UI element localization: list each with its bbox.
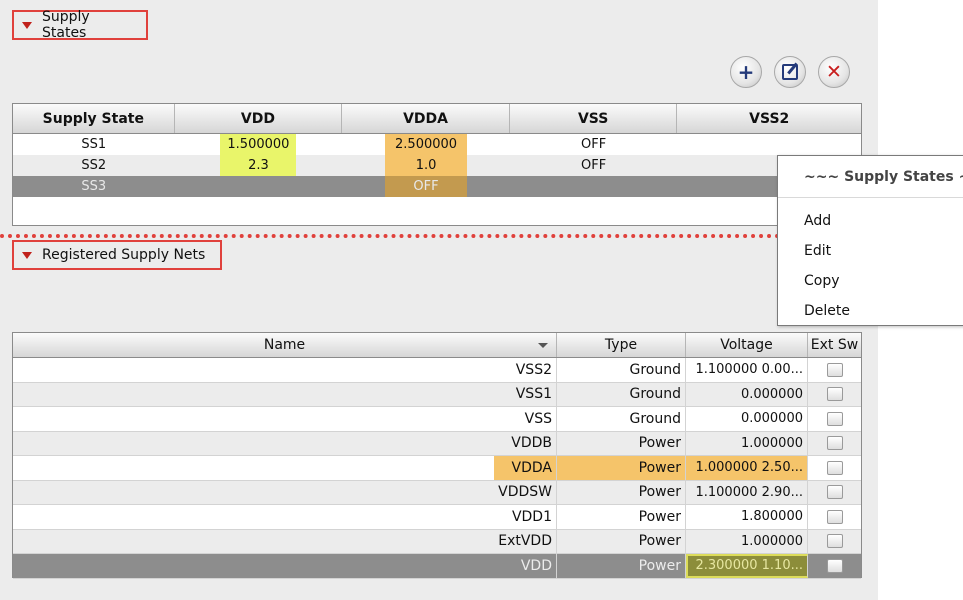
net-type-cell: Power [557,456,686,480]
column-header[interactable]: VDD [175,104,343,133]
net-name-cell: VDDB [13,431,557,455]
ext-sw-checkbox[interactable] [826,436,843,451]
column-header-name[interactable]: Name [13,333,557,357]
column-header[interactable]: VSS2 [677,104,861,133]
vdda-cell: OFF [385,176,468,197]
net-voltage-cell: 1.000000 2.50... [686,456,808,480]
net-type-cell: Power [557,505,686,529]
ext-sw-checkbox[interactable] [826,387,843,402]
table-row[interactable]: VSS1 Ground 0.000000 [13,382,861,407]
column-header[interactable]: Supply State [13,104,175,133]
net-type-cell: Ground [557,407,686,431]
net-name-cell: VDD [13,554,557,578]
net-voltage-cell: 2.300000 1.10... [686,554,808,578]
table-row[interactable]: VDDA Power 1.000000 2.50... [13,456,861,481]
net-voltage-cell: 1.000000 [686,529,808,553]
edit-icon [782,64,798,80]
plus-icon: + [737,60,755,84]
collapse-triangle-icon[interactable] [22,21,32,29]
vdda-cell: 2.500000 [385,134,468,155]
ext-sw-checkbox[interactable] [826,411,843,426]
ext-sw-checkbox[interactable] [826,485,843,500]
column-header-label: Name [263,337,306,353]
vss-cell: OFF [581,137,607,152]
column-header[interactable]: VSS [510,104,678,133]
ext-sw-checkbox[interactable] [826,558,843,573]
vss-cell [510,176,678,197]
vdda-cell: 1.0 [385,155,468,176]
net-voltage-cell: 1.100000 2.90... [686,480,808,504]
net-type-cell: Power [557,529,686,553]
ext-sw-checkbox[interactable] [826,460,843,475]
ext-sw-checkbox[interactable] [826,534,843,549]
registered-nets-table: Name Type Voltage Ext Sw VSS2 Ground 1.1… [12,332,862,579]
close-icon: ✕ [826,61,842,83]
state-cell: SS2 [81,158,107,173]
menu-item-edit[interactable]: Edit [778,236,963,266]
table-row[interactable]: VDD1 Power 1.800000 [13,505,861,530]
supply-states-table-header: Supply State VDD VDDA VSS VSS2 [13,104,861,134]
vdd-cell: 2.3 [220,155,297,176]
state-cell: SS1 [81,137,107,152]
delete-button[interactable]: ✕ [818,56,850,88]
section-divider [0,234,780,238]
net-voltage-cell: 1.100000 0.00... [686,358,808,382]
add-button[interactable]: + [730,56,762,88]
table-row-selected[interactable]: SS3 OFF 1.1 [13,176,861,197]
supply-states-table: Supply State VDD VDDA VSS VSS2 SS1 1.500… [12,103,862,226]
edit-button[interactable] [774,56,806,88]
net-name-cell: VDDSW [13,480,557,504]
vdd-cell: 1.500000 [220,134,297,155]
menu-item-delete[interactable]: Delete [778,296,963,326]
collapse-triangle-icon[interactable] [22,251,32,259]
net-name-cell: VSS [13,407,557,431]
menu-item-add[interactable]: Add [778,206,963,236]
net-type-cell: Power [557,554,686,578]
vss-cell: OFF [581,158,607,173]
column-header-type[interactable]: Type [557,333,686,357]
ext-sw-checkbox[interactable] [826,509,843,524]
table-row[interactable]: SS1 1.500000 2.500000 OFF [13,134,861,155]
context-menu-title: ~~~ Supply States ~~~ [778,156,963,198]
table-row[interactable]: ExtVDD Power 1.000000 [13,529,861,554]
registered-nets-title: Registered Supply Nets [42,247,206,263]
net-voltage-cell: 1.800000 [686,505,808,529]
supply-states-title: Supply States [42,9,90,41]
column-header[interactable]: VDDA [342,104,510,133]
context-menu: ~~~ Supply States ~~~ Add Edit Copy Dele… [777,155,963,326]
net-name-cell: VSS2 [13,358,557,382]
table-row[interactable]: SS2 2.3 1.0 OFF [13,155,861,176]
supply-states-toolbar: + ✕ [730,56,850,88]
net-type-cell: Ground [557,358,686,382]
net-name-cell: VDDA [494,456,556,480]
net-type-cell: Power [557,480,686,504]
registered-nets-header[interactable]: Registered Supply Nets [12,240,222,270]
menu-item-copy[interactable]: Copy [778,266,963,296]
net-type-cell: Ground [557,382,686,406]
net-voltage-cell: 1.000000 [686,431,808,455]
net-name-cell: VDD1 [13,505,557,529]
table-row-selected[interactable]: VDD Power 2.300000 1.10... [13,554,861,579]
net-name-cell: VSS1 [13,382,557,406]
sort-arrow-icon[interactable] [538,343,548,348]
table-row[interactable]: VDDSW Power 1.100000 2.90... [13,480,861,505]
state-cell: SS3 [81,179,107,194]
net-name-cell: ExtVDD [13,529,557,553]
column-header-voltage[interactable]: Voltage [686,333,808,357]
net-type-cell: Power [557,431,686,455]
vss2-cell [677,134,861,155]
table-row[interactable]: VSS2 Ground 1.100000 0.00... [13,358,861,383]
net-voltage-cell: 0.000000 [686,382,808,406]
column-header-ext-sw[interactable]: Ext Sw [808,333,861,357]
net-voltage-cell: 0.000000 [686,407,808,431]
table-row[interactable]: VSS Ground 0.000000 [13,407,861,432]
supply-states-header[interactable]: Supply States [12,9,148,41]
nets-table-header: Name Type Voltage Ext Sw [13,333,861,358]
table-row[interactable]: VDDB Power 1.000000 [13,431,861,456]
ext-sw-checkbox[interactable] [826,362,843,377]
vdd-cell [175,176,343,197]
